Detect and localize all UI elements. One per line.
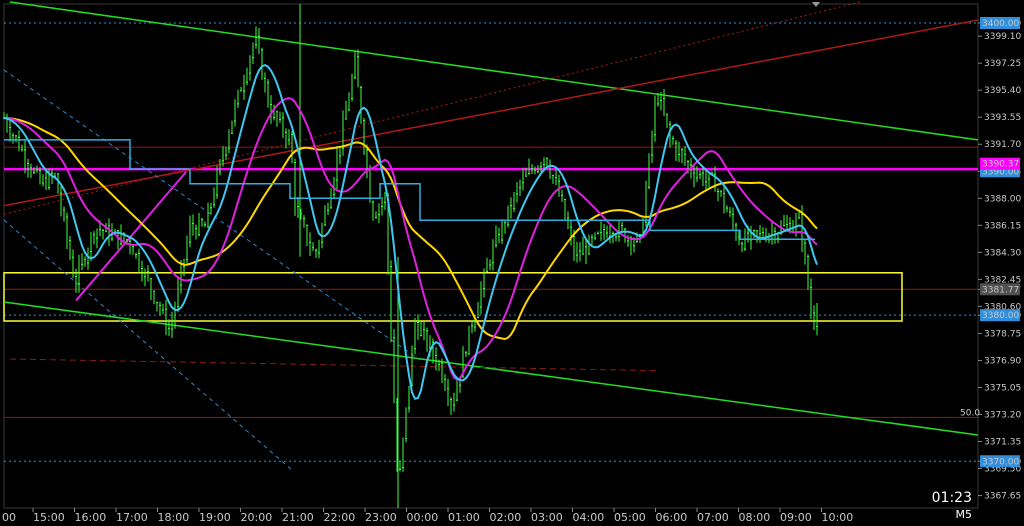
y-tick-label: 3371.35 (984, 438, 1021, 448)
channel-lower-line (3, 301, 979, 436)
x-tick-label: 04:00 (573, 511, 605, 524)
x-tick-label: 08:00 (739, 511, 771, 524)
x-tick-label: 01:00 (448, 511, 480, 524)
x-tick-label: 09:00 (780, 511, 812, 524)
magenta-trend-line (75, 171, 187, 302)
price-tag-label: 3400.00 (982, 19, 1019, 29)
x-tick-label: 19:00 (199, 511, 231, 524)
candles (3, 26, 818, 473)
y-tick-label: 3397.25 (984, 59, 1021, 69)
plot-frame (3, 3, 979, 509)
price-tag-label: 3380.00 (982, 311, 1019, 321)
x-tick-label: 22:00 (324, 511, 356, 524)
x-tick-label: 17:00 (116, 511, 148, 524)
y-tick-label: 3388.00 (984, 194, 1021, 204)
y-tick-label: 3367.65 (984, 492, 1021, 502)
x-tick-label: 02:00 (490, 511, 522, 524)
blue-dashed-diagonal-1 (3, 69, 421, 361)
x-tick-label: 21:00 (282, 511, 314, 524)
x-tick-label: 23:00 (365, 511, 397, 524)
timeframe-label: M5 (955, 508, 973, 521)
x-tick-label: 15:00 (33, 511, 65, 524)
candle-timer: 01:23 (931, 490, 972, 506)
ma-cyan-line (3, 63, 818, 400)
x-tick-label: 18:00 (158, 511, 190, 524)
x-tick-label: 00 (2, 511, 16, 524)
x-tick-label: 20:00 (241, 511, 273, 524)
price-tag-label: 3381.77 (982, 285, 1019, 295)
y-tick-label: 3395.40 (984, 86, 1021, 96)
price-tag-label: 3370.00 (982, 457, 1019, 467)
y-tick-label: 3373.20 (984, 411, 1021, 421)
y-tick-label: 3393.55 (984, 113, 1021, 123)
x-tick-label: 10:00 (822, 511, 854, 524)
y-tick-label: 3399.10 (984, 32, 1021, 42)
x-tick-label: 05:00 (614, 511, 646, 524)
red-dashed-line (9, 358, 661, 372)
chart-window: 3400.00 3399.10 3397.25 3395.40 3393.55 3391.… (0, 0, 1024, 526)
y-tick-label: 3391.70 (984, 140, 1021, 150)
ma-yellow-line (3, 116, 818, 341)
y-tick-label: 3384.30 (984, 248, 1021, 258)
x-tick-label: 06:00 (656, 511, 688, 524)
x-tick-label: 07:00 (697, 511, 729, 524)
y-tick-label: 3376.90 (984, 356, 1021, 366)
price-tag-label: 3390.37 (982, 160, 1019, 170)
y-tick-label: 3386.15 (984, 221, 1021, 231)
yellow-zone-box (3, 272, 903, 322)
x-tick-label: 03:00 (531, 511, 563, 524)
x-tick-label: 16:00 (75, 511, 107, 524)
fib-level-label: 50.0 (960, 408, 980, 418)
y-tick-label: 3375.05 (984, 383, 1021, 393)
x-tick-label: 00:00 (407, 511, 439, 524)
price-chart[interactable]: 3400.00 3399.10 3397.25 3395.40 3393.55 3391.… (0, 0, 1024, 526)
y-tick-label: 3378.75 (984, 329, 1021, 339)
